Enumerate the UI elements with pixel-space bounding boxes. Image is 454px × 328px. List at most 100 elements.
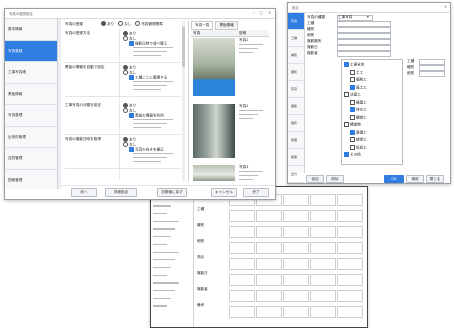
footer-divider	[61, 185, 275, 186]
preview-photo-1[interactable]	[193, 38, 235, 96]
tree-item[interactable]: 掘削工	[350, 77, 367, 83]
text-line	[133, 47, 173, 49]
sidebar-item[interactable]: 出来形管理	[5, 127, 57, 148]
settings-nav-item[interactable]: 種別	[288, 47, 304, 64]
sidebar-item[interactable]: 図面管理	[5, 170, 57, 190]
tree-item-label: 盛土工	[356, 85, 367, 89]
settings-nav-item[interactable]: 黒板	[288, 98, 304, 115]
type-select[interactable]: 工事写真	[338, 15, 352, 20]
back-button[interactable]: 前へ	[71, 188, 97, 197]
minimize-icon[interactable]: –	[250, 10, 257, 16]
tree-item[interactable]: 法面工	[344, 92, 361, 98]
header-radio[interactable]: 写真管理基準	[135, 21, 163, 26]
text-line	[133, 55, 161, 57]
tree-item[interactable]: 擁壁工	[350, 99, 367, 106]
sub-option[interactable]: 工種ごとに整理する	[129, 75, 167, 81]
doc-sidebar-row	[153, 297, 171, 299]
tree-item-label: 工事全体	[350, 62, 365, 67]
reset-button[interactable]: 初期値に戻す	[157, 188, 187, 197]
sidebar-item[interactable]: 基本情報	[5, 19, 57, 41]
doc-cell	[229, 274, 255, 286]
preview-photo-2[interactable]	[193, 104, 235, 158]
chevron-down-icon[interactable]: ▾	[367, 15, 369, 19]
settings-nav-item[interactable]: 細別	[288, 64, 304, 81]
header-radio[interactable]: なし	[118, 21, 131, 26]
doc-sidebar-row	[153, 213, 167, 215]
radio-label: あり	[106, 21, 115, 26]
tab-1[interactable]: 黒板情報	[215, 21, 238, 30]
tree-item-label: 構造物	[350, 122, 361, 127]
sidebar-item[interactable]: 工事写真帳	[5, 62, 57, 84]
settings-nav-item[interactable]: 工種	[288, 30, 304, 47]
finish-button[interactable]: 完了	[243, 188, 269, 197]
sub-option[interactable]: 黒板の情報を利用	[129, 113, 164, 119]
tree-item[interactable]: 構造物	[344, 122, 361, 128]
sub-option-label: 撮影日時で並べ替え	[135, 41, 168, 46]
tree-item[interactable]: 工事全体	[344, 62, 364, 68]
sub-option[interactable]: 撮影日時で並べ替え	[129, 41, 167, 47]
text-line	[133, 123, 167, 125]
options-scrollbar[interactable]	[182, 21, 185, 181]
cancel-button[interactable]: キャンセル	[211, 188, 237, 197]
add-button[interactable]: 追加	[306, 175, 324, 183]
doc-cell	[229, 306, 255, 318]
doc-section-label: 撮影者	[197, 287, 208, 291]
settings-nav-item[interactable]: 帳票	[288, 149, 304, 166]
side-field[interactable]	[419, 71, 445, 77]
doc-cell	[310, 210, 336, 222]
tree-item[interactable]: 排水工	[350, 107, 367, 113]
delete-button[interactable]: 削除	[326, 175, 344, 183]
preview-note: 写真1	[239, 38, 249, 42]
tree-item[interactable]: 舗装工	[350, 114, 367, 121]
tree-item[interactable]: その他	[344, 152, 361, 158]
settings-title: 設定	[292, 6, 299, 10]
settings-nav-item[interactable]: 写真	[288, 13, 304, 30]
doc-cell	[337, 210, 363, 222]
close-button[interactable]: 閉じる	[426, 175, 444, 183]
settings-nav-item[interactable]: 出力	[288, 166, 304, 183]
tree-item-label: 土工	[356, 70, 364, 74]
settings-button[interactable]: 詳細設定	[105, 188, 137, 197]
doc-cell	[283, 194, 309, 206]
sidebar-scrollbar[interactable]	[58, 19, 61, 189]
tree-item[interactable]: 橋梁工	[350, 137, 367, 143]
tab-0[interactable]: 写真一覧	[191, 21, 214, 30]
settings-nav-item[interactable]: 写真	[288, 81, 304, 98]
doc-cell	[310, 242, 336, 254]
doc-cell	[229, 290, 255, 302]
tree-item[interactable]: 盛土工	[350, 84, 367, 91]
sub-option[interactable]: 写真の向きを補正	[129, 147, 164, 153]
preview-panel: 写真一覧 黒板情報 写真 説明 写真1 写真2 写真3	[188, 21, 272, 181]
ok-button[interactable]: OK	[384, 175, 404, 183]
doc-cell	[256, 210, 282, 222]
settings-nav-item[interactable]: 整理	[288, 132, 304, 149]
form-field[interactable]	[337, 51, 391, 57]
header-radio[interactable]: あり	[100, 21, 115, 26]
maximize-icon[interactable]: □	[258, 10, 265, 16]
close-icon[interactable]: ✕	[266, 10, 273, 16]
doc-cell	[256, 242, 282, 254]
doc-sidebar-row	[153, 251, 179, 253]
close-icon[interactable]: ✕	[442, 4, 449, 10]
checkbox-icon	[350, 84, 355, 90]
checkbox-icon	[350, 69, 355, 75]
preview-photo-3[interactable]	[193, 165, 235, 181]
checkbox-icon	[129, 75, 134, 80]
text-line	[239, 110, 263, 112]
question-label: 黒板の情報を自動で設定	[65, 65, 105, 69]
doc-sidebar-row	[153, 289, 175, 292]
doc-sidebar-row	[153, 205, 171, 207]
apply-button[interactable]: 適用	[406, 175, 424, 183]
sidebar-item[interactable]: 黒板情報	[5, 84, 57, 105]
settings-nav-item[interactable]: 撮影	[288, 115, 304, 132]
sidebar-item[interactable]: 写真整理	[5, 105, 57, 127]
tree-item[interactable]: 土工	[350, 69, 364, 76]
tree-item-label: 法面工	[350, 92, 361, 97]
sidebar-item[interactable]: 写真登録	[5, 40, 57, 62]
sidebar-item[interactable]: 品質管理	[5, 148, 57, 170]
tree-item[interactable]: 仮設工	[350, 144, 367, 151]
tree-item[interactable]: 基礎工	[350, 129, 367, 136]
checkbox-icon	[344, 122, 349, 127]
text-line	[133, 161, 161, 163]
side-label: 細別	[407, 71, 415, 75]
